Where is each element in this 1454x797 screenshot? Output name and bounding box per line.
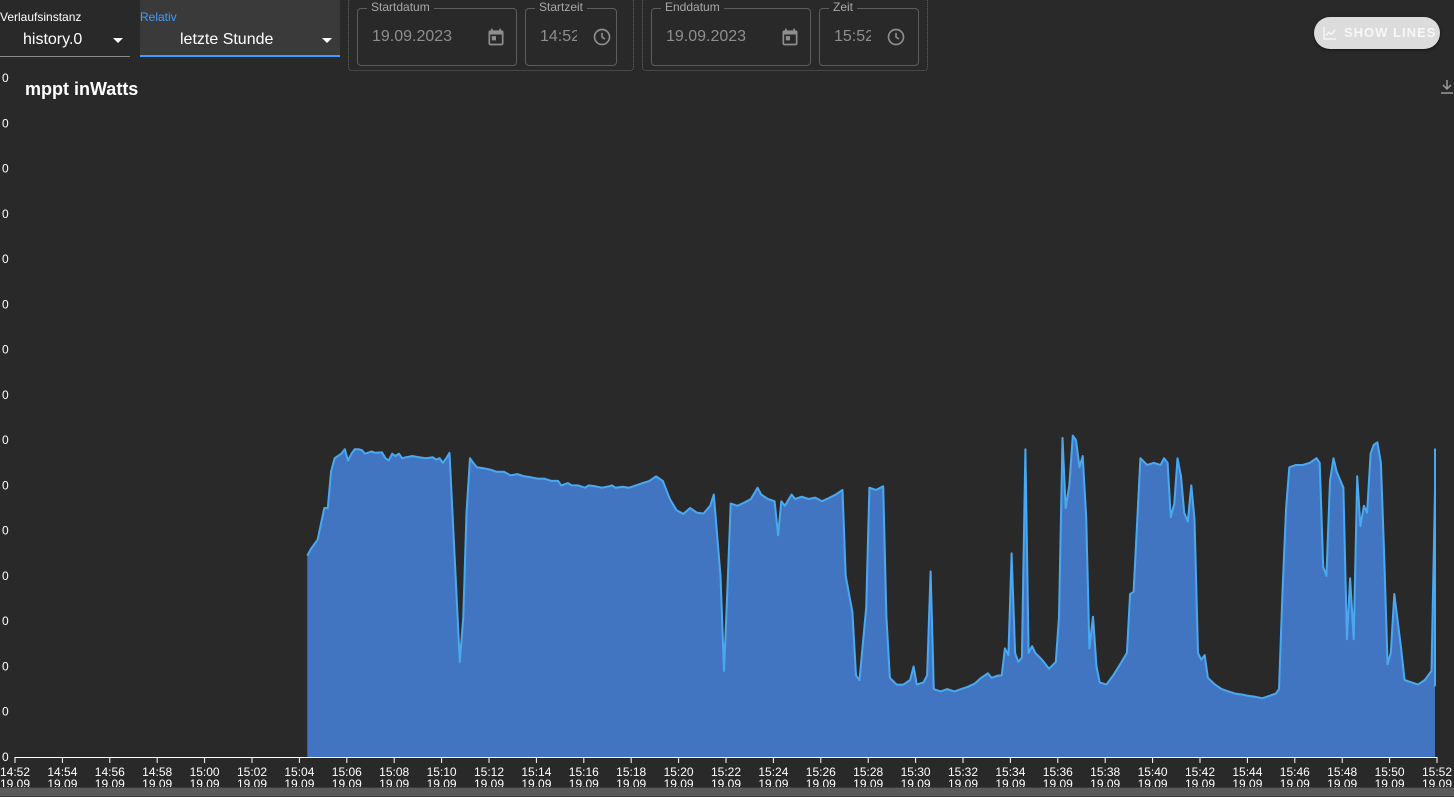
start-date-value: 19.09.2023: [372, 28, 453, 45]
y-tick-label: 0: [2, 614, 9, 628]
y-tick-label: 0: [2, 162, 9, 176]
start-range-group: Startdatum 19.09.2023 Startzeit 14:52: [348, 0, 634, 71]
line-chart-icon: [1323, 27, 1336, 40]
show-lines-button[interactable]: SHOW LINES: [1314, 17, 1440, 49]
series-area: [307, 435, 1435, 757]
select-underline: [140, 55, 340, 57]
end-date-value: 19.09.2023: [666, 28, 747, 45]
select-underline: [0, 56, 130, 57]
y-axis: 0 0 0 0 0 0 0 0 0 0 0 0 0 0 0 0: [2, 71, 9, 764]
y-tick-label: 0: [2, 569, 9, 583]
chevron-down-icon: [113, 38, 123, 43]
end-time-field[interactable]: Zeit 15:52: [819, 0, 919, 66]
x-axis: 14:5219.0914:5419.0914:5619.0914:5819.09…: [0, 757, 1452, 791]
relative-range-label: Relativ: [140, 10, 177, 24]
y-tick-label: 0: [2, 252, 9, 266]
y-tick-label: 0: [2, 659, 9, 673]
end-range-group: Enddatum 19.09.2023 Zeit 15:52: [642, 0, 928, 71]
y-tick-label: 0: [2, 207, 9, 221]
y-tick-label: 0: [2, 433, 9, 447]
y-tick-label: 0: [2, 343, 9, 357]
start-date-label: Startdatum: [367, 0, 434, 14]
start-time-field[interactable]: Startzeit 14:52: [525, 0, 617, 66]
y-tick-label: 0: [2, 388, 9, 402]
y-tick-label: 0: [2, 478, 9, 492]
chart-title: mppt inWatts: [25, 79, 139, 99]
end-time-label: Zeit: [829, 0, 858, 14]
y-tick-label: 0: [2, 297, 9, 311]
area-chart: 0 0 0 0 0 0 0 0 0 0 0 0 0 0 0 0 14:5219.0914:5419.0914:…: [0, 71, 1452, 791]
history-instance-label: Verlaufsinstanz: [0, 10, 82, 24]
plot-area: [306, 434, 1436, 757]
y-tick-label: 0: [2, 705, 9, 719]
history-instance-value: history.0: [23, 31, 83, 48]
download-icon[interactable]: [1440, 78, 1454, 96]
toolbar: Verlaufsinstanz history.0 Relativ letzte…: [0, 0, 1454, 72]
end-time-value: 15:52: [834, 28, 871, 45]
y-tick-label: 0: [2, 116, 9, 130]
start-time-label: Startzeit: [535, 0, 588, 14]
start-time-value: 14:52: [540, 28, 577, 45]
end-date-label: Enddatum: [661, 0, 724, 14]
calendar-icon[interactable]: [486, 27, 506, 47]
relative-range-value: letzte Stunde: [180, 31, 274, 48]
y-tick-label: 0: [2, 524, 9, 538]
scrollbar-thumb[interactable]: [0, 788, 1454, 796]
clock-icon[interactable]: [592, 27, 612, 47]
y-tick-label: 0: [2, 71, 9, 85]
horizontal-scrollbar[interactable]: [0, 787, 1454, 797]
end-date-field[interactable]: Enddatum 19.09.2023: [651, 0, 811, 66]
history-instance-select[interactable]: Verlaufsinstanz history.0: [0, 0, 130, 57]
chevron-down-icon: [322, 38, 332, 43]
clock-icon[interactable]: [886, 27, 906, 47]
start-date-field[interactable]: Startdatum 19.09.2023: [357, 0, 517, 66]
calendar-icon[interactable]: [780, 27, 800, 47]
relative-range-select[interactable]: Relativ letzte Stunde: [140, 0, 340, 57]
show-lines-label: SHOW LINES: [1344, 25, 1437, 40]
y-tick-label: 0: [2, 750, 9, 764]
